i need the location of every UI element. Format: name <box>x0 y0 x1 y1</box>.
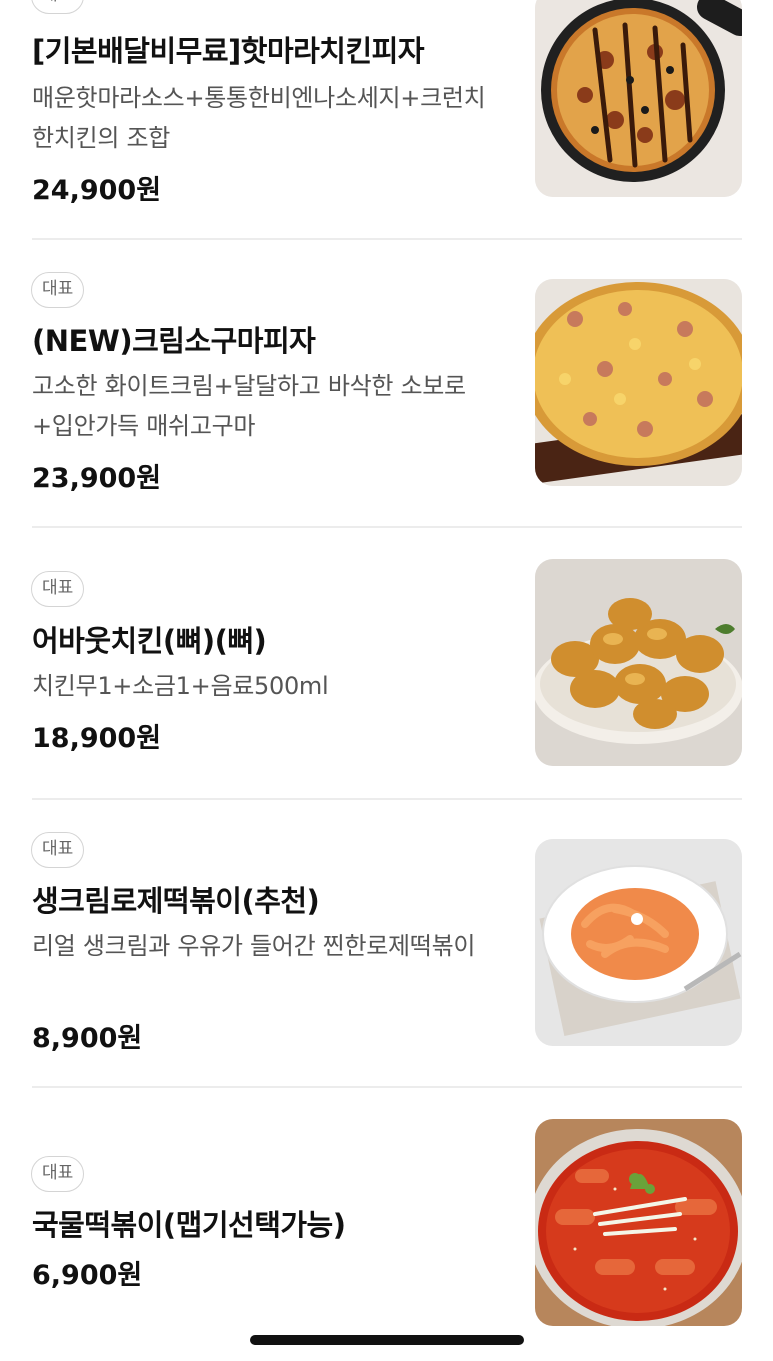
rose-tteokbokki-photo-icon[interactable] <box>535 839 742 1046</box>
pizza-photo-icon[interactable] <box>535 279 742 486</box>
pizza-photo-icon[interactable] <box>535 0 742 197</box>
menu-item-description: 리얼 생크림과 우유가 들어간 찐한로제떡볶이 <box>32 932 476 960</box>
menu-item-price: 18,900원 <box>32 723 162 754</box>
menu-item-name: 어바웃치킨(뼈)(뼈) <box>32 624 267 658</box>
menu-item-description: 매운핫마라소스+통통한비엔나소세지+크런치한치킨의 조합 <box>32 84 486 152</box>
menu-item-name: [기본배달비무료]핫마라치킨피자 <box>32 34 425 68</box>
menu-item-about-chicken[interactable]: 대표 어바웃치킨(뼈)(뼈) 치킨무1+소금1+음료500ml 18,900원 <box>0 526 773 798</box>
menu-item-description: 치킨무1+소금1+음료500ml <box>32 672 329 700</box>
representative-badge: 대표 <box>31 571 85 607</box>
menu-item-description: 고소한 화이트크림+달달하고 바삭한 소보로+입안가득 매쉬고구마 <box>32 372 466 440</box>
menu-item-price: 24,900원 <box>32 175 162 206</box>
menu-item-price: 8,900원 <box>32 1023 143 1054</box>
menu-item-price: 6,900원 <box>32 1260 143 1291</box>
representative-badge: 대표 <box>31 272 85 308</box>
menu-item-price: 23,900원 <box>32 463 162 494</box>
menu-item-cream-sweet-potato-pizza[interactable]: 대표 (NEW)크림소구마피자 고소한 화이트크림+달달하고 바삭한 소보로+입… <box>0 238 773 526</box>
representative-badge: 대표 <box>31 832 85 868</box>
menu-item-name: 국물떡볶이(맵기선택가능) <box>32 1208 346 1242</box>
representative-badge: 대표 <box>31 1156 85 1192</box>
menu-item-soup-tteokbokki[interactable]: 대표 국물떡볶이(맵기선택가능) 6,900원 <box>0 1086 773 1361</box>
representative-badge: 대표 <box>31 0 85 14</box>
menu-item-name: 생크림로제떡볶이(추천) <box>32 884 320 918</box>
soup-tteokbokki-photo-icon[interactable] <box>535 1119 742 1326</box>
menu-item-name: (NEW)크림소구마피자 <box>32 324 316 358</box>
menu-item-rose-tteokbokki[interactable]: 대표 생크림로제떡볶이(추천) 리얼 생크림과 우유가 들어간 찐한로제떡볶이 … <box>0 798 773 1086</box>
fried-chicken-photo-icon[interactable] <box>535 559 742 766</box>
home-indicator[interactable] <box>250 1335 524 1345</box>
menu-item-hot-mala-chicken-pizza[interactable]: 대표 [기본배달비무료]핫마라치킨피자 매운핫마라소스+통통한비엔나소세지+크런… <box>0 0 773 238</box>
